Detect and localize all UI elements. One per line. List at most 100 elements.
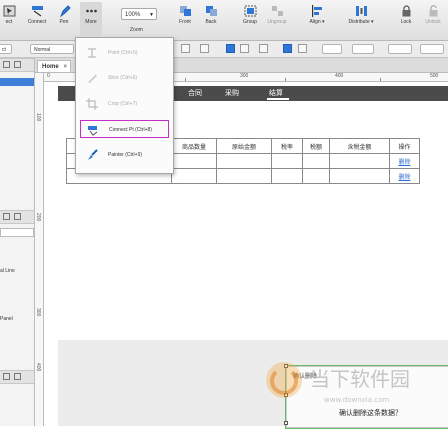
ruler-label: 300 xyxy=(240,73,249,79)
connect-point-icon xyxy=(88,126,98,136)
delete-link[interactable]: 删除 xyxy=(389,168,420,184)
add-page-icon[interactable] xyxy=(3,61,10,68)
align-left-text-button[interactable] xyxy=(200,44,209,53)
group-button[interactable]: Group xyxy=(239,2,261,36)
align-center-button[interactable] xyxy=(226,44,235,53)
pen-tool-button[interactable]: Pen xyxy=(56,2,72,36)
ruler-label: 200 xyxy=(35,213,41,222)
ruler-label: 300 xyxy=(35,308,41,317)
lock-label: Lock xyxy=(400,19,412,25)
ruler-label: 400 xyxy=(335,73,344,79)
menu-item-painter[interactable]: Painter (Ctrl+9) xyxy=(80,146,169,164)
table-cell xyxy=(216,168,272,184)
zoom-value: 100% xyxy=(125,12,141,18)
menu-item-crop[interactable]: Crop (Ctrl+7) xyxy=(80,95,169,113)
svg-text:www.downxia.com: www.downxia.com xyxy=(324,396,389,404)
table-cell xyxy=(271,168,303,184)
menu-item-label: Slice (Ctrl+6) xyxy=(108,75,138,81)
ruler-label: 400 xyxy=(35,363,41,372)
valign-middle-button[interactable] xyxy=(283,44,292,53)
chevron-down-icon: ▼ xyxy=(149,12,154,18)
watermark: 当下软件园 www.downxia.com xyxy=(262,350,448,410)
options-icon[interactable] xyxy=(14,213,21,220)
library-item-line[interactable]: al Line xyxy=(0,268,15,274)
valign-bottom-button[interactable] xyxy=(298,44,307,53)
border-style-select[interactable] xyxy=(322,44,342,54)
connect-icon xyxy=(31,6,43,17)
pages-panel-header xyxy=(0,58,34,72)
distribute-button[interactable]: Distribute ▾ xyxy=(344,2,378,36)
point-icon xyxy=(88,48,96,58)
zoom-select[interactable]: 100% ▼ xyxy=(121,8,157,20)
distribute-label: Distribute xyxy=(348,19,370,25)
align-button[interactable]: Align ▾ xyxy=(305,2,329,36)
front-label: Front xyxy=(179,19,191,25)
menu-item-point[interactable]: Point (Ctrl+5) xyxy=(80,44,169,62)
table-header-cell: 含税金额 xyxy=(329,138,390,154)
tab-home[interactable]: Home × xyxy=(37,60,71,72)
align-right-button[interactable] xyxy=(240,44,249,53)
lock-button[interactable]: Lock xyxy=(397,2,415,36)
table-cell xyxy=(171,153,217,169)
ruler-label: 100 xyxy=(35,113,41,122)
unlock-button[interactable]: Unlock xyxy=(421,2,445,36)
add-icon[interactable] xyxy=(3,373,10,380)
bring-front-icon xyxy=(179,6,191,16)
style-select-value: Normal xyxy=(34,47,51,53)
table-cell xyxy=(171,168,217,184)
unlock-icon xyxy=(429,5,437,17)
resize-handle[interactable] xyxy=(284,421,288,425)
table-cell xyxy=(302,168,330,184)
widget-type-select[interactable]: ct xyxy=(0,44,12,54)
filter-icon[interactable] xyxy=(14,373,21,380)
chevron-down-icon: ▾ xyxy=(320,19,325,25)
fill-color-select[interactable] xyxy=(352,44,374,54)
bring-front-button[interactable]: Front xyxy=(176,2,194,36)
more-icon xyxy=(85,9,97,13)
align-left-button[interactable] xyxy=(181,44,190,53)
back-label: Back xyxy=(205,19,217,25)
slice-icon xyxy=(88,74,97,83)
more-tool-button[interactable]: More xyxy=(80,2,102,36)
valign-top-button[interactable] xyxy=(259,44,268,53)
menu-item-label: Point (Ctrl+5) xyxy=(108,50,138,56)
select-tool-button[interactable]: ect xyxy=(0,2,18,36)
menu-item-connect-point[interactable]: Connect Pt (Ctrl+8) xyxy=(80,120,169,138)
delete-link[interactable]: 删除 xyxy=(389,153,420,169)
add-folder-icon[interactable] xyxy=(14,61,21,68)
table-header-cell: 税额 xyxy=(302,138,330,154)
nav-item-contract[interactable]: 合同 xyxy=(188,86,202,101)
ungroup-label: Ungroup xyxy=(267,19,287,25)
watermark-logo-icon: 当下软件园 www.downxia.com xyxy=(266,362,410,404)
select-tool-label: ect xyxy=(5,19,13,25)
style-select[interactable]: Normal xyxy=(30,44,74,54)
lock-icon xyxy=(402,5,410,17)
library-icon[interactable] xyxy=(3,213,10,220)
more-tool-label: More xyxy=(85,19,97,25)
library-item-panel[interactable]: Panel xyxy=(0,316,13,322)
zoom-label: Zoom xyxy=(130,27,143,33)
selected-page-item[interactable] xyxy=(0,78,34,86)
libraries-panel-header xyxy=(0,210,34,224)
tab-home-label: Home xyxy=(42,64,59,70)
distribute-icon xyxy=(355,6,367,16)
nav-item-purchase[interactable]: 采购 xyxy=(225,86,239,101)
close-icon[interactable]: × xyxy=(63,61,67,73)
connect-tool-button[interactable]: Connect xyxy=(26,2,48,36)
unlock-label: Unlock xyxy=(425,19,441,25)
menu-item-slice[interactable]: Slice (Ctrl+6) xyxy=(80,69,169,87)
library-select[interactable] xyxy=(0,228,34,237)
table-header-cell: 原始金额 xyxy=(216,138,272,154)
table-header-cell: 商品数量 xyxy=(171,138,217,154)
menu-item-label: Painter (Ctrl+9) xyxy=(108,152,143,158)
pen-icon xyxy=(59,5,71,17)
send-back-icon xyxy=(205,6,217,16)
table-cell xyxy=(216,153,272,169)
ungroup-icon xyxy=(271,6,283,16)
line-width-select[interactable] xyxy=(420,44,444,54)
table-cell xyxy=(271,153,303,169)
crop-icon xyxy=(86,98,98,110)
ungroup-button[interactable]: Ungroup xyxy=(264,2,290,36)
line-color-select[interactable] xyxy=(388,44,412,54)
send-back-button[interactable]: Back xyxy=(202,2,220,36)
